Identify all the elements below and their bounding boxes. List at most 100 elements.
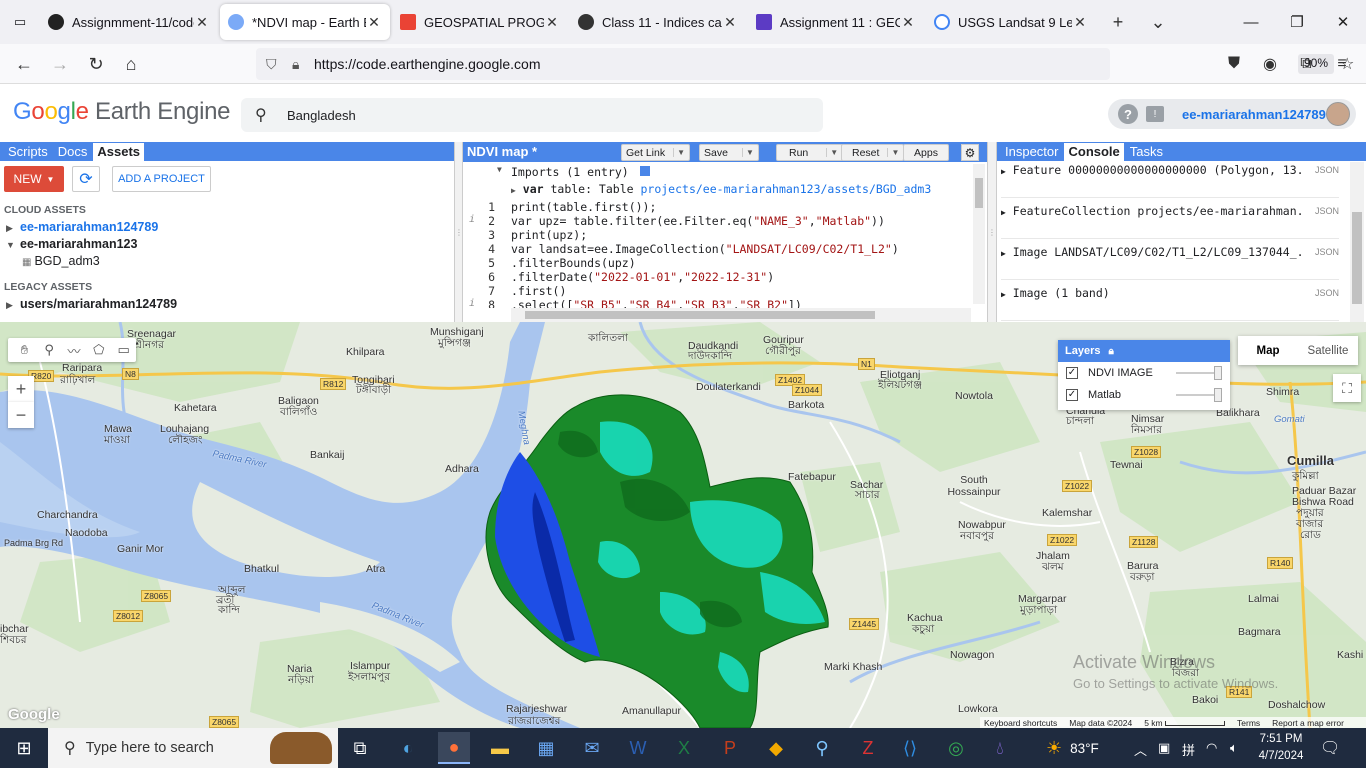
code-line[interactable]: 6 .filterDate("2022-01-01","2022-12-31") xyxy=(463,270,973,284)
gear-icon[interactable]: ⚙ xyxy=(961,144,979,161)
report-error-link[interactable]: Report a map error xyxy=(1272,718,1344,728)
vscode-icon[interactable]: ⟨⟩ xyxy=(894,732,926,764)
get-link-button[interactable]: Get Link ▼ xyxy=(621,144,691,161)
code-line[interactable]: 5 .filterBounds(upz) xyxy=(463,256,973,270)
run-button[interactable]: Run ▼ xyxy=(776,144,844,161)
terms-link[interactable]: Terms xyxy=(1237,718,1260,728)
browser-tab[interactable]: USGS Landsat 9 Level 2 ✕ xyxy=(926,4,1096,40)
tab-docs[interactable]: Docs xyxy=(54,143,92,161)
imports-header[interactable]: ▼ Imports (1 entry) xyxy=(497,165,650,179)
layers-header[interactable]: Layers 🔒︎ xyxy=(1058,340,1230,362)
tab-list-button[interactable]: ▭ xyxy=(0,0,40,44)
layer-checkbox[interactable]: ✓ xyxy=(1066,389,1078,401)
zoom-out-button[interactable]: − xyxy=(8,402,34,428)
import-edit-icon[interactable] xyxy=(639,166,650,176)
map-type-map-button[interactable]: Map xyxy=(1238,336,1298,365)
close-tab-icon[interactable]: ✕ xyxy=(194,14,210,31)
chrome-icon[interactable]: ◎ xyxy=(940,732,972,764)
zoom-in-button[interactable]: + xyxy=(8,376,34,402)
close-tab-icon[interactable]: ✕ xyxy=(366,14,382,31)
browser-tab[interactable]: Class 11 - Indices calculation ✕ xyxy=(570,4,746,40)
minimize-button[interactable]: — xyxy=(1228,0,1274,44)
map-canvas[interactable]: Sreenagar শ্রীনগর Munshiganj মুন্সিগঞ্জ … xyxy=(0,322,1366,728)
firefox-icon[interactable]: ● xyxy=(438,732,470,764)
tray-chevron-icon[interactable]: ︿ xyxy=(1134,740,1147,759)
tab-overflow-button[interactable]: ⌄ xyxy=(1138,4,1178,40)
weather-widget[interactable]: ☀ 83°F xyxy=(1046,728,1099,768)
code-line[interactable]: 3 print(upz); xyxy=(463,228,973,242)
z-app-icon[interactable]: Z xyxy=(852,732,884,764)
console-scrollbar[interactable] xyxy=(1350,162,1364,322)
caret-down-icon[interactable]: ▼ xyxy=(826,148,838,157)
asset-project-item[interactable]: ▼ ee-mariarahman123 xyxy=(6,237,137,251)
asset-table-item[interactable]: ▦ BGD_adm3 xyxy=(22,254,100,268)
forward-button[interactable]: → xyxy=(44,48,76,80)
project-username[interactable]: ee-mariarahman124789 xyxy=(1182,107,1326,122)
refresh-button[interactable]: ⟳ xyxy=(72,166,100,192)
reload-button[interactable]: ↻ xyxy=(80,48,112,80)
browser-tab[interactable]: GEOSPATIAL PROGRAMMING ✕ xyxy=(392,4,568,40)
code-line[interactable]: i 2 var upz= table.filter(ee.Filter.eq("NA… xyxy=(463,214,973,228)
browser-tab[interactable]: Assignment 11 : GEOSPATIAL ✕ xyxy=(748,4,924,40)
file-explorer-icon[interactable]: ▬ xyxy=(484,732,516,764)
drop-app-icon[interactable]: 💧︎ xyxy=(984,732,1016,764)
mail-icon[interactable]: ✉ xyxy=(576,732,608,764)
close-window-button[interactable]: ✕ xyxy=(1320,0,1366,44)
avatar[interactable] xyxy=(1326,102,1350,126)
close-tab-icon[interactable]: ✕ xyxy=(544,14,560,31)
magnifier-icon[interactable]: ⚲ xyxy=(806,732,838,764)
back-button[interactable]: ← xyxy=(8,48,40,80)
edge-icon[interactable]: ◐ xyxy=(392,732,424,764)
browser-tab-active[interactable]: *NDVI map - Earth Engine ✕ xyxy=(220,4,390,40)
apps-button[interactable]: Apps xyxy=(903,144,949,161)
import-entry[interactable]: ▶ var table: Table projects/ee-mariarahm… xyxy=(511,182,931,196)
json-button[interactable]: JSON xyxy=(1315,247,1339,257)
console-output-row[interactable]: ▶ Image LANDSAT/LC09/C02/T1_L2/LC09_1370… xyxy=(1001,240,1339,280)
system-clock[interactable]: 7:51 PM 4/7/2024 xyxy=(1256,731,1306,765)
start-button[interactable]: ⊞ xyxy=(0,728,48,768)
console-output-row[interactable]: ▶ Feature 00000000000000000000 (Polygon,… xyxy=(1001,158,1339,198)
tab-scripts[interactable]: Scripts xyxy=(4,143,52,161)
notification-icon[interactable]: 🗨︎ xyxy=(1320,738,1340,758)
account-icon[interactable]: ◉ xyxy=(1254,48,1286,80)
tab-assets[interactable]: Assets xyxy=(93,143,144,161)
console-output-row[interactable]: ▶ Image (1 band) JSON xyxy=(1001,281,1339,321)
caret-down-icon[interactable]: ▼ xyxy=(887,148,899,157)
json-button[interactable]: JSON xyxy=(1315,206,1339,216)
code-line[interactable]: i 8 .select(["SR_B5","SR_B4","SR_B3","SR_B… xyxy=(463,298,973,308)
polygon-icon[interactable]: ⬠ xyxy=(86,342,111,358)
language-icon[interactable]: 拼 xyxy=(1182,740,1195,759)
earth-engine-logo[interactable]: Google Earth Engine xyxy=(13,98,231,126)
powerpoint-icon[interactable]: P xyxy=(714,732,746,764)
asset-project-item[interactable]: ▶ ee-mariarahman124789 xyxy=(6,220,158,234)
save-button[interactable]: Save ▼ xyxy=(699,144,759,161)
close-tab-icon[interactable]: ✕ xyxy=(722,14,738,31)
url-bar[interactable]: ⛉ 🔒︎ https://code.earthengine.google.com… xyxy=(256,48,1354,80)
browser-tab[interactable]: Assignmment-11/code ✕ xyxy=(40,4,218,40)
home-button[interactable]: ⌂ xyxy=(115,48,147,80)
close-tab-icon[interactable]: ✕ xyxy=(1072,14,1088,31)
code-line[interactable]: 1 print(table.first()); xyxy=(463,200,973,214)
opacity-slider-handle[interactable] xyxy=(1214,366,1222,380)
editor-horizontal-scrollbar[interactable] xyxy=(511,308,971,322)
menu-icon[interactable]: ≡ xyxy=(1326,48,1358,80)
word-icon[interactable]: W xyxy=(622,732,654,764)
line-icon[interactable]: 〰 xyxy=(62,341,87,360)
reset-button[interactable]: Reset ▼ xyxy=(841,144,905,161)
keyboard-shortcuts-link[interactable]: Keyboard shortcuts xyxy=(984,718,1057,728)
help-icon[interactable]: ? xyxy=(1118,104,1138,124)
map-type-satellite-button[interactable]: Satellite xyxy=(1298,336,1358,365)
lock-icon[interactable]: 🔒︎ xyxy=(1108,346,1113,357)
task-view-icon[interactable]: ⧉ xyxy=(344,732,376,764)
shield-app-icon[interactable]: ◆ xyxy=(760,732,792,764)
code-line[interactable]: 4 var landsat=ee.ImageCollection("LANDSAT… xyxy=(463,242,973,256)
volume-icon[interactable]: 🔈︎ xyxy=(1230,740,1238,756)
store-icon[interactable]: ▦ xyxy=(530,732,562,764)
close-tab-icon[interactable]: ✕ xyxy=(900,14,916,31)
legacy-asset-item[interactable]: ▶ users/mariarahman124789 xyxy=(6,297,177,311)
pocket-icon[interactable]: ⛊ xyxy=(1218,48,1250,80)
json-button[interactable]: JSON xyxy=(1315,288,1339,298)
search-input[interactable]: ⚲ Bangladesh xyxy=(241,98,823,132)
console-output-row[interactable]: ▶ FeatureCollection projects/ee-mariarah… xyxy=(1001,199,1339,239)
code-area[interactable]: ▼ Imports (1 entry) ▶ var table: Table p… xyxy=(463,162,973,308)
